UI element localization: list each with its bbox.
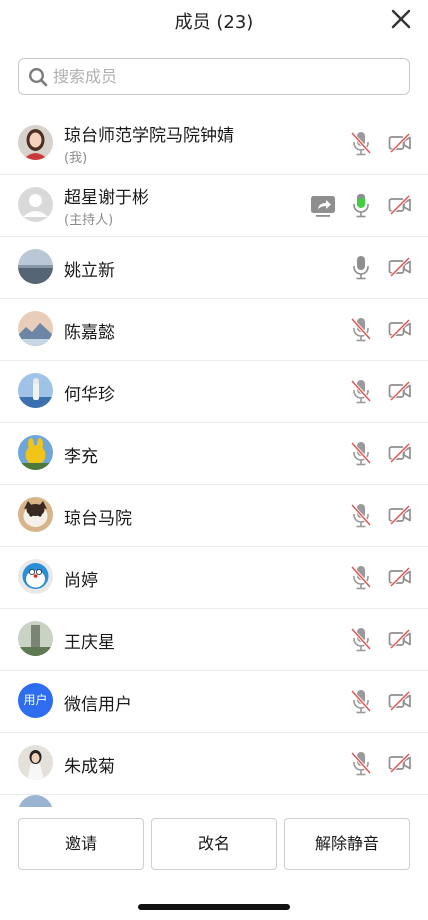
member-role: (我) [64,151,88,166]
avatar [18,435,53,470]
camera-off-icon[interactable] [388,752,412,774]
mic-muted-icon[interactable] [350,750,372,776]
member-name: 琼台师范学院马院钟婧 [64,126,234,146]
mic-muted-icon[interactable] [350,316,372,342]
camera-off-icon[interactable] [388,442,412,464]
search-icon [29,68,48,87]
mic-muted-icon[interactable] [350,440,372,466]
member-name: 尚婷 [64,571,98,591]
member-row[interactable]: 王庆星 [0,609,428,671]
header: 成员 (23) [0,0,428,40]
member-list[interactable]: 琼台师范学院马院钟婧 (我) 超星谢于彬 (主持人) 姚立新 陈嘉懿 何华珍 李… [0,113,428,807]
avatar [18,125,53,160]
unmute-all-button[interactable]: 解除静音 [284,818,410,870]
avatar [18,621,53,656]
mic-muted-icon[interactable] [350,564,372,590]
camera-off-icon[interactable] [388,132,412,154]
avatar [18,373,53,408]
mic-active-icon[interactable] [350,192,372,218]
avatar [18,795,53,807]
member-name: 微信用户 [64,695,132,715]
member-name: 朱成菊 [64,757,115,777]
camera-off-icon[interactable] [388,194,412,216]
mic-muted-icon[interactable] [350,378,372,404]
mic-icon[interactable] [350,254,372,280]
member-row[interactable]: 用户 微信用户 [0,671,428,733]
member-name: 何华珍 [64,385,115,405]
action-bar: 邀请 改名 解除静音 [0,818,428,870]
close-icon[interactable] [388,6,414,32]
camera-off-icon[interactable] [388,380,412,402]
page-title: 成员 (23) [174,12,254,33]
camera-off-icon[interactable] [388,504,412,526]
avatar [18,311,53,346]
avatar [18,187,53,222]
member-row[interactable]: 朱成菊 [0,733,428,795]
camera-off-icon[interactable] [388,690,412,712]
invite-button[interactable]: 邀请 [18,818,144,870]
member-name: 姚立新 [64,261,115,281]
camera-off-icon[interactable] [388,628,412,650]
member-name: 超星谢于彬 [64,188,149,208]
home-indicator[interactable] [138,904,290,910]
avatar [18,497,53,532]
mic-muted-icon[interactable] [350,130,372,156]
member-row[interactable]: 李充 [0,423,428,485]
mic-muted-icon[interactable] [350,502,372,528]
member-name: 琼台马院 [64,509,132,529]
avatar: 用户 [18,683,53,718]
member-row[interactable]: 超星谢于彬 (主持人) [0,175,428,237]
member-role: (主持人) [64,213,114,228]
search-input[interactable] [53,59,393,94]
member-name: 陈嘉懿 [64,323,115,343]
member-row-partial[interactable] [0,795,428,807]
member-row[interactable]: 尚婷 [0,547,428,609]
member-name: 李充 [64,447,98,467]
avatar [18,559,53,594]
member-row[interactable]: 何华珍 [0,361,428,423]
avatar [18,249,53,284]
avatar [18,745,53,780]
member-row[interactable]: 琼台师范学院马院钟婧 (我) [0,113,428,175]
camera-off-icon[interactable] [388,566,412,588]
member-row[interactable]: 陈嘉懿 [0,299,428,361]
rename-button[interactable]: 改名 [151,818,277,870]
screen-share-icon[interactable] [310,193,336,219]
mic-muted-icon[interactable] [350,626,372,652]
member-name: 王庆星 [64,633,115,653]
member-row[interactable]: 琼台马院 [0,485,428,547]
search-box[interactable] [18,58,410,95]
camera-off-icon[interactable] [388,256,412,278]
camera-off-icon[interactable] [388,318,412,340]
member-row[interactable]: 姚立新 [0,237,428,299]
mic-muted-icon[interactable] [350,688,372,714]
